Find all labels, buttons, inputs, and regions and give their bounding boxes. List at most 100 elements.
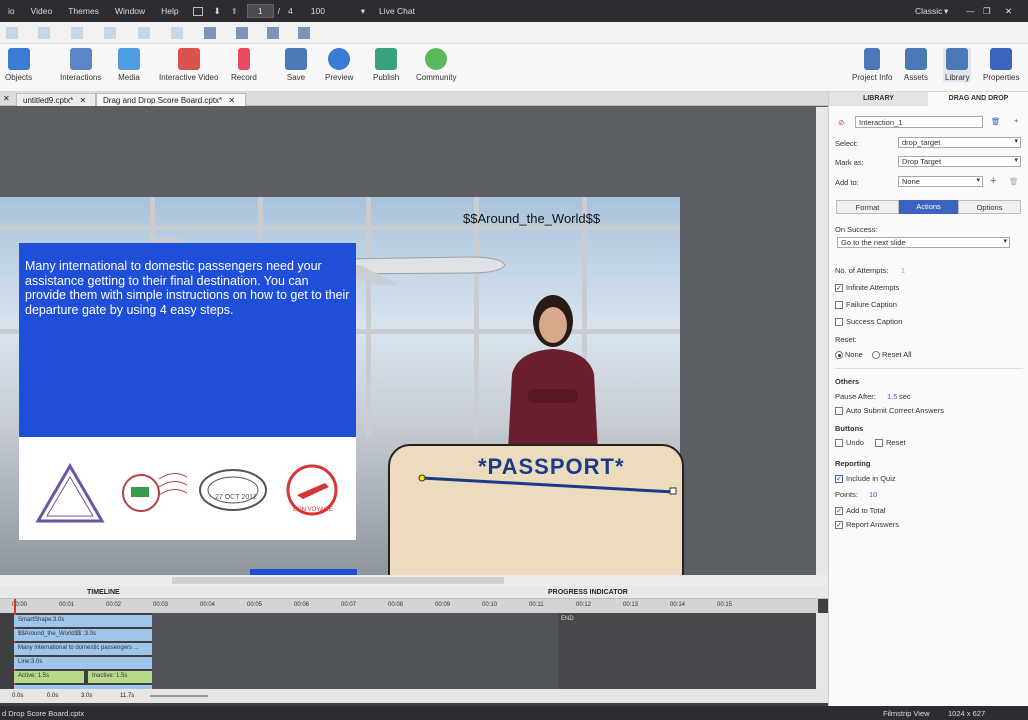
timeline-row[interactable]: Active: 1.5s (14, 671, 84, 683)
interactions-button[interactable]: Interactions (60, 48, 101, 82)
arrow-down-icon[interactable]: ⬇ (214, 6, 221, 17)
success-caption-checkbox[interactable]: Success Caption (835, 317, 902, 327)
add-to-dropdown[interactable]: None (898, 176, 983, 187)
ruler-tick: 00:04 (200, 602, 216, 608)
menu-item-themes[interactable]: Themes (60, 6, 107, 16)
tab-drag-and-drop[interactable]: DRAG AND DROP (928, 92, 1028, 106)
on-success-dropdown[interactable]: Go to the next slide (837, 237, 1010, 248)
mark-as-dropdown[interactable]: Drop Target (898, 156, 1021, 167)
trash-icon[interactable]: 🗑 (991, 117, 1001, 126)
eye-off-icon[interactable]: ⊘ (838, 118, 844, 127)
arrow-up-icon[interactable]: ⬆ (231, 6, 238, 17)
publish-button[interactable]: Publish (373, 48, 399, 82)
close-icon[interactable]: ✕ (228, 96, 235, 105)
media-button[interactable]: Media (118, 48, 140, 82)
passport-line[interactable] (418, 474, 678, 496)
align-icon[interactable] (104, 27, 116, 39)
tab-actions[interactable]: Actions (899, 200, 958, 214)
reset-all-radio[interactable]: Reset All (872, 350, 912, 360)
tab-timeline[interactable]: TIMELINE (87, 589, 120, 596)
align-icon[interactable] (171, 27, 183, 39)
timeline-row[interactable]: Inactive: 1.5s (88, 671, 152, 683)
align-icon[interactable] (6, 27, 18, 39)
tab-drag-and-drop[interactable]: Drag and Drop Score Board.cptx* ✕ (96, 93, 246, 106)
layer-icon[interactable] (204, 27, 216, 39)
stamp-bon-voyage: BON VOYAGE (293, 507, 333, 513)
layer-icon[interactable] (236, 27, 248, 39)
interactive-video-button[interactable]: Interactive Video (159, 48, 218, 82)
align-icon[interactable] (38, 27, 50, 39)
project-info-button[interactable]: Project Info (852, 48, 892, 82)
tab-progress-indicator[interactable]: PROGRESS INDICATOR (548, 589, 628, 596)
restore-icon[interactable]: ❐ (983, 6, 991, 17)
stamps-panel[interactable]: 27 OCT 2012 BON VOYAGE (19, 437, 356, 540)
preview-button[interactable]: Preview (325, 48, 353, 82)
timeline-row[interactable]: Line:3.0s (14, 657, 152, 669)
menu-item-video[interactable]: Video (23, 6, 61, 16)
attempts-input[interactable]: 1 (901, 266, 905, 275)
live-chat-link[interactable]: Live Chat (379, 6, 415, 16)
timeline-row[interactable]: SmartShape:3.0s (14, 615, 152, 627)
zoom-select[interactable]: 100 (311, 6, 361, 16)
library-button[interactable]: Library (943, 48, 972, 82)
passport-drop-target[interactable]: *PASSPORT* (388, 444, 684, 575)
add-to-total-checkbox[interactable]: ✓ Add to Total (835, 506, 885, 516)
close-icon[interactable]: ✕ (3, 94, 10, 103)
include-quiz-checkbox[interactable]: ✓ Include in Quiz (835, 474, 896, 484)
close-icon[interactable]: ✕ (1005, 6, 1012, 17)
plus-icon[interactable]: + (990, 175, 996, 187)
intro-text-caption[interactable]: Many international to domestic passenger… (19, 243, 356, 437)
ruler-tick: 00:01 (59, 602, 75, 608)
mode-select[interactable]: Classic (915, 6, 942, 16)
community-button[interactable]: Community (416, 48, 456, 82)
properties-button[interactable]: Properties (983, 48, 1019, 82)
layer-icon[interactable] (298, 27, 310, 39)
align-icon[interactable] (138, 27, 150, 39)
save-button[interactable]: Save (285, 48, 307, 82)
timeline-scrollbar[interactable] (816, 613, 828, 689)
timeline-row[interactable] (14, 685, 152, 689)
slide-canvas[interactable]: $$Around_the_World$$ Many international … (0, 197, 684, 575)
objects-button[interactable]: Objects (5, 48, 32, 82)
auto-submit-checkbox[interactable]: Auto Submit Correct Answers (835, 406, 944, 416)
timeline-ruler[interactable]: 00:00 00:01 00:02 00:03 00:04 00:05 00:06 00:07… (0, 599, 818, 613)
world-title-variable[interactable]: $$Around_the_World$$ (463, 211, 600, 226)
tab-format[interactable]: Format (836, 200, 899, 214)
zoom-slider[interactable] (150, 695, 208, 697)
interaction-name-input[interactable]: Interaction_1 (855, 116, 983, 128)
report-answers-checkbox[interactable]: ✓ Report Answers (835, 520, 899, 530)
check-icon: ✓ (835, 475, 843, 484)
page-current-input[interactable]: 1 (246, 4, 274, 18)
trash-icon[interactable]: 🗑 (1009, 177, 1019, 186)
pause-after-input[interactable]: 1.5 (887, 392, 897, 401)
status-view-mode[interactable]: Filmstrip View (883, 709, 930, 718)
reset-none-radio[interactable]: None (835, 350, 863, 360)
chevron-down-icon[interactable]: ▾ (944, 6, 948, 17)
minimize-icon[interactable]: — (966, 6, 975, 16)
menu-item-io[interactable]: io (0, 6, 23, 16)
plus-icon[interactable]: + (1014, 116, 1018, 125)
assets-button[interactable]: Assets (904, 48, 928, 82)
record-button[interactable]: Record (231, 48, 257, 82)
tab-library[interactable]: LIBRARY (829, 92, 928, 106)
timeline-row[interactable]: Many international to domestic passenger… (14, 643, 152, 655)
layer-icon[interactable] (267, 27, 279, 39)
timeline-row[interactable]: $$Around_the_World$$ :3.0s (14, 629, 152, 641)
menu-item-help[interactable]: Help (153, 6, 186, 16)
chevron-down-icon[interactable]: ▾ (361, 6, 365, 17)
close-icon[interactable]: ✕ (80, 96, 87, 105)
slide-icon[interactable] (192, 6, 203, 16)
failure-caption-checkbox[interactable]: Failure Caption (835, 300, 897, 310)
scrollbar-thumb[interactable] (172, 577, 504, 584)
menu-item-window[interactable]: Window (107, 6, 153, 16)
select-dropdown[interactable]: drop_target (898, 137, 1021, 148)
infinite-attempts-checkbox[interactable]: ✓ Infinite Attempts (835, 283, 899, 293)
reset-checkbox[interactable]: Reset (875, 438, 906, 448)
align-icon[interactable] (71, 27, 83, 39)
tab-untitled9[interactable]: untitled9.cptx* ✕ (16, 93, 96, 106)
stage-vertical-scrollbar[interactable] (816, 107, 828, 575)
tab-options[interactable]: Options (958, 200, 1021, 214)
timeline-track-area[interactable] (152, 613, 558, 689)
undo-checkbox[interactable]: Undo (835, 438, 864, 448)
points-input[interactable]: 10 (869, 490, 877, 499)
